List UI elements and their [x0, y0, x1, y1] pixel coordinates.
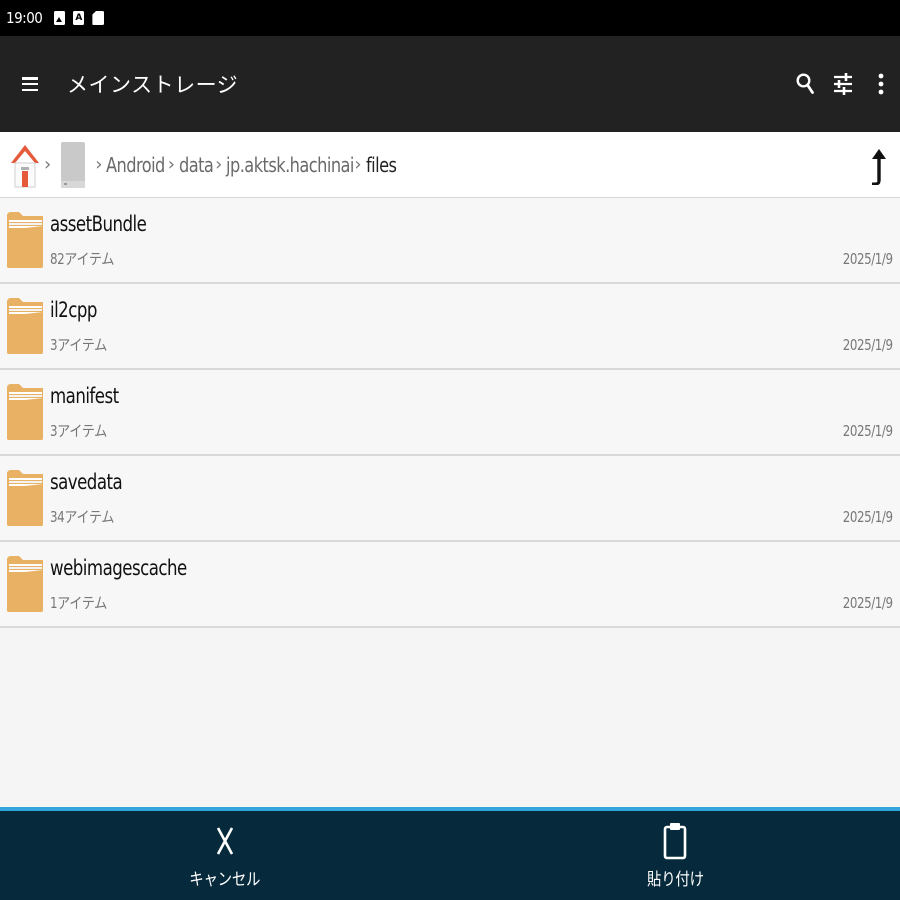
sd-card-icon	[92, 11, 105, 25]
page-title: メインストレージ	[67, 73, 239, 97]
folder-icon	[7, 298, 43, 354]
file-manager-screen: 19:00 A メインストレージ › › Android › data › jp…	[0, 0, 900, 900]
list-item-savedata[interactable]: savedata 34アイテム 2025/1/9	[0, 456, 900, 542]
item-count: 1アイテム	[50, 594, 107, 612]
chevron-right-icon: ›	[354, 154, 362, 175]
breadcrumb-item-android[interactable]: Android	[106, 153, 165, 177]
search-icon	[796, 73, 814, 94]
breadcrumb: › › Android › data › jp.aktsk.hachinai ›…	[0, 132, 900, 198]
home-icon	[11, 144, 39, 187]
file-name: savedata	[50, 470, 123, 494]
chevron-right-icon: ›	[95, 154, 103, 175]
file-list: assetBundle 82アイテム 2025/1/9 il2cpp 3アイテム…	[0, 198, 900, 628]
chevron-right-icon: ›	[215, 154, 223, 175]
modified-date: 2025/1/9	[843, 594, 893, 612]
hamburger-icon	[22, 77, 38, 91]
app-bar: メインストレージ	[0, 36, 900, 132]
arrow-up-icon	[872, 149, 886, 185]
image-icon	[54, 11, 66, 25]
more-options-button[interactable]	[862, 36, 900, 132]
folder-icon	[7, 212, 43, 268]
breadcrumb-item-package[interactable]: jp.aktsk.hachinai	[226, 153, 354, 177]
more-vert-icon	[878, 73, 884, 95]
filter-button[interactable]	[824, 36, 862, 132]
file-name: il2cpp	[50, 298, 97, 322]
modified-date: 2025/1/9	[843, 336, 893, 354]
cancel-label: キャンセル	[189, 870, 261, 890]
search-button[interactable]	[786, 36, 824, 132]
chevron-right-icon: ›	[167, 154, 175, 175]
chevron-right-icon: ›	[44, 154, 52, 175]
file-name: manifest	[50, 384, 119, 408]
modified-date: 2025/1/9	[843, 422, 893, 440]
bottom-action-bar: キャンセル 貼り付け	[0, 807, 900, 900]
item-count: 34アイテム	[50, 508, 114, 526]
menu-button[interactable]	[0, 36, 60, 132]
breadcrumb-item-data[interactable]: data	[179, 153, 214, 177]
list-item-manifest[interactable]: manifest 3アイテム 2025/1/9	[0, 370, 900, 456]
text-a-icon: A	[73, 11, 85, 25]
list-item-assetbundle[interactable]: assetBundle 82アイテム 2025/1/9	[0, 198, 900, 284]
breadcrumb-item-files[interactable]: files	[366, 153, 397, 177]
file-name: webimagescache	[50, 556, 187, 580]
modified-date: 2025/1/9	[843, 508, 893, 526]
storage-drive-icon	[61, 141, 86, 188]
folder-icon	[7, 384, 43, 440]
close-icon	[216, 827, 234, 855]
parent-folder-button[interactable]	[864, 146, 892, 186]
paste-label: 貼り付け	[646, 870, 704, 890]
home-button[interactable]	[10, 140, 40, 190]
cancel-button[interactable]: キャンセル	[0, 811, 450, 900]
item-count: 82アイテム	[50, 250, 114, 268]
paste-button[interactable]: 貼り付け	[450, 811, 900, 900]
modified-date: 2025/1/9	[843, 250, 893, 268]
status-bar: 19:00 A	[0, 0, 900, 36]
folder-icon	[7, 556, 43, 612]
list-item-webimagescache[interactable]: webimagescache 1アイテム 2025/1/9	[0, 542, 900, 628]
item-count: 3アイテム	[50, 422, 107, 440]
storage-button[interactable]	[59, 141, 87, 189]
file-name: assetBundle	[50, 212, 147, 236]
status-time: 19:00	[6, 9, 43, 27]
folder-icon	[7, 470, 43, 526]
filter-sliders-icon	[834, 73, 852, 95]
list-item-il2cpp[interactable]: il2cpp 3アイテム 2025/1/9	[0, 284, 900, 370]
clipboard-icon	[663, 823, 687, 860]
item-count: 3アイテム	[50, 336, 107, 354]
